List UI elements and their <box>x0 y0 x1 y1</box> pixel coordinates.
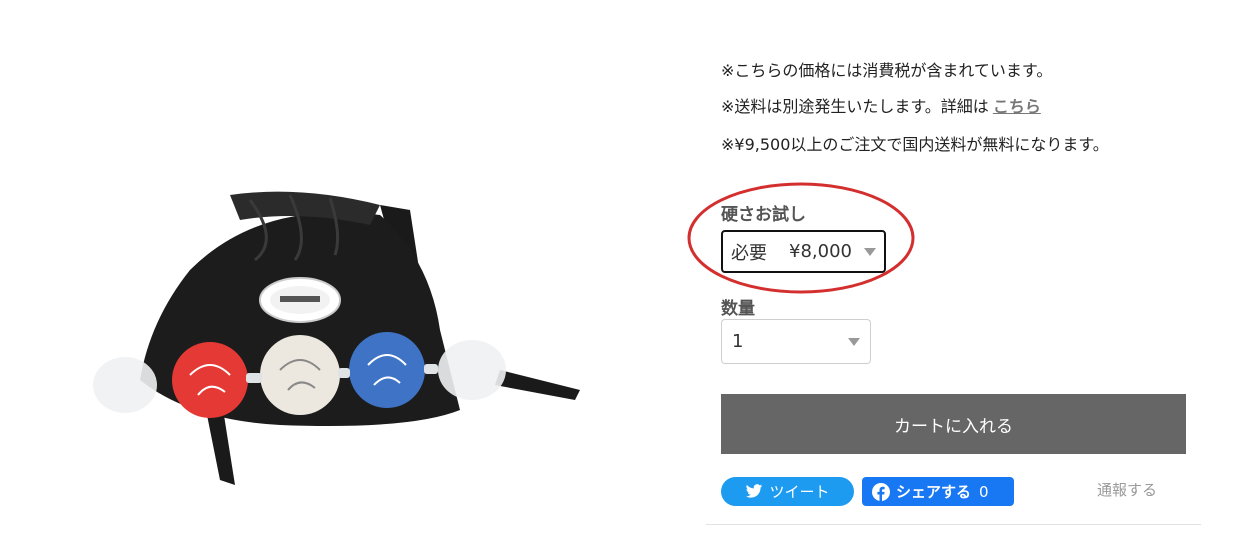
hardness-option-text: 必要 <box>731 242 767 264</box>
tweet-button[interactable]: ツイート <box>721 477 854 506</box>
quantity-value: 1 <box>732 331 744 352</box>
facebook-icon <box>872 482 890 501</box>
shipping-notice: ※送料は別途発生いたします。詳細は こちら <box>721 97 1041 117</box>
free-shipping-notice: ※¥9,500以上のご注文で国内送料が無料になります。 <box>721 135 1109 154</box>
chevron-down-icon <box>864 248 876 256</box>
facebook-share-count: 0 <box>979 482 989 501</box>
shipping-notice-text: ※送料は別途発生いたします。詳細は <box>721 97 989 116</box>
divider <box>706 524 1201 525</box>
shipping-details-link[interactable]: こちら <box>993 97 1041 116</box>
hardness-select[interactable]: 必要 ¥8,000 <box>721 230 886 273</box>
quantity-select[interactable]: 1 <box>721 319 871 364</box>
add-to-cart-button[interactable]: カートに入れる <box>721 394 1186 454</box>
product-image <box>80 180 600 510</box>
hardness-label: 硬さお試し <box>721 205 806 225</box>
chevron-down-icon <box>848 338 860 346</box>
facebook-share-label: シェアする <box>896 483 972 501</box>
report-link[interactable]: 通報する <box>1097 479 1157 500</box>
facebook-share-button[interactable]: シェアする 0 <box>862 477 1014 506</box>
hardness-option-price: ¥8,000 <box>789 241 852 262</box>
tweet-label: ツイート <box>769 483 830 501</box>
tax-notice: ※こちらの価格には消費税が含まれています。 <box>721 61 1053 80</box>
twitter-bird-icon <box>745 484 763 499</box>
quantity-label: 数量 <box>721 299 755 319</box>
